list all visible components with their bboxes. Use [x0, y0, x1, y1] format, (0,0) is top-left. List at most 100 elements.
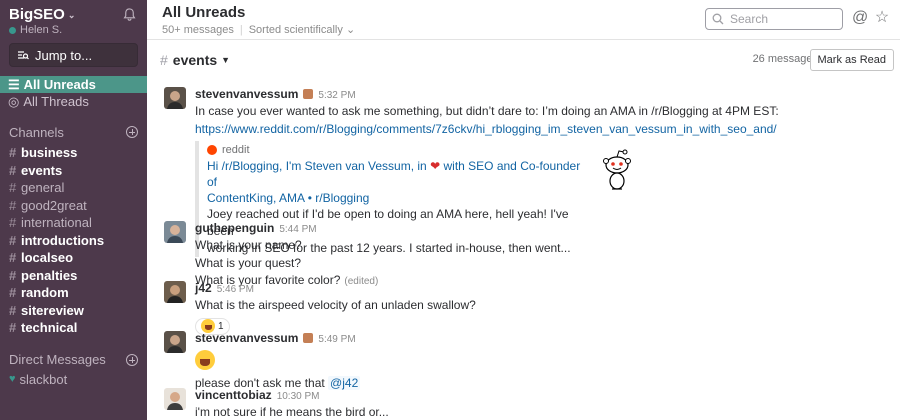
message-text: i'm not sure if he means the bird or... [195, 405, 389, 419]
channels-header-label: Channels [9, 124, 64, 140]
channel-label: general [21, 180, 65, 196]
channels-header[interactable]: Channels [0, 123, 147, 141]
timestamp[interactable]: 5:49 PM [318, 334, 355, 345]
search-input[interactable]: Search [705, 8, 843, 30]
bell-icon[interactable] [122, 7, 137, 22]
mark-as-read-button[interactable]: Mark as Read [809, 49, 894, 71]
sort-label: Sorted scientifically [248, 24, 343, 36]
avatar[interactable] [164, 281, 186, 303]
timestamp[interactable]: 5:44 PM [279, 224, 316, 235]
sidebar-item-good2great[interactable]: # good2great [0, 197, 147, 215]
channel-message-count: 26 messages [752, 53, 818, 65]
mentions-icon[interactable]: @ [852, 10, 868, 26]
timestamp[interactable]: 5:32 PM [318, 90, 355, 101]
author-name[interactable]: stevenvanvessum [195, 331, 298, 345]
channel-label: international [21, 215, 92, 231]
view-header: All Unreads 50+ messages | Sorted scient… [147, 0, 900, 40]
avatar[interactable] [164, 87, 186, 109]
dm-label: slackbot [19, 371, 68, 387]
author-name[interactable]: j42 [195, 281, 212, 295]
avatar-image [164, 388, 186, 410]
caret-down-icon[interactable]: ▼ [221, 55, 230, 65]
sidebar-item-sitereview[interactable]: # sitereview [0, 302, 147, 320]
sidebar-item-all-threads[interactable]: ◎ All Threads [0, 93, 147, 110]
avatar[interactable] [164, 221, 186, 243]
jump-label: Jump to... [35, 47, 93, 63]
heart-icon: ❤ [430, 159, 441, 173]
sidebar-item-localseo[interactable]: # localseo [0, 249, 147, 267]
hash-icon: # [9, 250, 17, 266]
team-name[interactable]: BigSEO ⌄ [9, 6, 138, 23]
channel-label: technical [21, 320, 78, 336]
message-text: What is your quest? [195, 255, 302, 270]
reddit-snoo-icon [603, 149, 631, 190]
user-name: Helen S. [20, 24, 63, 36]
sidebar-item-technical[interactable]: # technical [0, 319, 147, 337]
sidebar: BigSEO ⌄ Helen S. Jump to... ☰ All Unrea… [0, 0, 147, 420]
app-window: BigSEO ⌄ Helen S. Jump to... ☰ All Unrea… [0, 0, 900, 420]
message-count: 50+ messages [162, 23, 234, 36]
author-name[interactable]: stevenvanvessum [195, 87, 298, 101]
reaction-count: 1 [218, 320, 224, 332]
add-channel-icon[interactable] [126, 126, 138, 138]
channel-label: random [21, 285, 69, 301]
message-text: In case you ever wanted to ask me someth… [195, 104, 779, 118]
avatar[interactable] [164, 331, 186, 353]
timestamp[interactable]: 5:46 PM [217, 284, 254, 295]
sidebar-item-slackbot[interactable]: ♥ slackbot [0, 371, 147, 389]
status-emoji-icon [303, 89, 314, 99]
sort-dropdown[interactable]: Sorted scientifically ⌄ [249, 23, 355, 36]
sidebar-item-international[interactable]: # international [0, 214, 147, 232]
heart-icon: ♥ [9, 373, 16, 386]
unreads-icon: ☰ [8, 76, 20, 92]
sidebar-item-events[interactable]: # events [0, 162, 147, 180]
status-emoji-icon [303, 333, 314, 343]
preview-title-part: Hi /r/Blogging, I'm Steven van Vessum, i… [207, 159, 427, 173]
search-icon [712, 13, 724, 25]
avatar-image [164, 331, 186, 353]
message-text: What is the airspeed velocity of an unla… [195, 298, 476, 312]
jump-to-button[interactable]: Jump to... [9, 43, 138, 67]
channel-list: # business # events # general # good2great #… [0, 144, 147, 337]
hash-icon: # [160, 52, 168, 68]
message-list: stevenvanvessum 5:32 PM In case you ever… [147, 80, 900, 420]
hash-icon: # [9, 215, 17, 231]
channel-subheader: # events ▼ 26 messages Mark as Read [147, 40, 900, 80]
channel-name[interactable]: events [173, 52, 217, 68]
current-user: Helen S. [9, 24, 138, 36]
author-name[interactable]: vincenttobiaz [195, 388, 272, 402]
add-dm-icon[interactable] [126, 353, 138, 366]
dm-header[interactable]: Direct Messages [0, 351, 147, 369]
sidebar-item-label: All Unreads [23, 77, 96, 92]
sidebar-item-business[interactable]: # business [0, 144, 147, 162]
jump-icon [18, 51, 29, 60]
avatar[interactable] [164, 388, 186, 410]
sidebar-item-random[interactable]: # random [0, 284, 147, 302]
message-link[interactable]: https://www.reddit.com/r/Blogging/commen… [195, 121, 890, 139]
preview-title[interactable]: Hi /r/Blogging, I'm Steven van Vessum, i… [207, 158, 585, 206]
hash-icon: # [9, 320, 17, 336]
chevron-down-icon: ⌄ [345, 24, 356, 36]
channel-label: introductions [21, 232, 105, 248]
hash-icon: # [9, 232, 17, 248]
hash-icon: # [9, 302, 17, 318]
laughing-emoji-icon [195, 350, 215, 370]
dm-header-label: Direct Messages [9, 352, 106, 367]
preview-title-part: ContentKing, AMA • r/Blogging [207, 191, 370, 205]
reddit-icon [207, 144, 217, 155]
team-header[interactable]: BigSEO ⌄ Helen S. [0, 0, 147, 36]
timestamp[interactable]: 10:30 PM [277, 391, 320, 402]
channel-label: penalties [21, 267, 78, 283]
sidebar-item-introductions[interactable]: # introductions [0, 232, 147, 250]
search-placeholder: Search [730, 12, 769, 26]
sidebar-item-all-unreads[interactable]: ☰ All Unreads [0, 76, 147, 93]
hash-icon: # [9, 162, 17, 178]
sidebar-item-penalties[interactable]: # penalties [0, 267, 147, 285]
avatar-image [164, 221, 186, 243]
star-icon[interactable]: ☆ [874, 10, 890, 26]
divider: | [239, 23, 243, 36]
sidebar-item-general[interactable]: # general [0, 179, 147, 197]
channel-label: localseo [21, 250, 74, 266]
author-name[interactable]: guthepenguin [195, 221, 274, 235]
channel-label: events [21, 162, 63, 178]
